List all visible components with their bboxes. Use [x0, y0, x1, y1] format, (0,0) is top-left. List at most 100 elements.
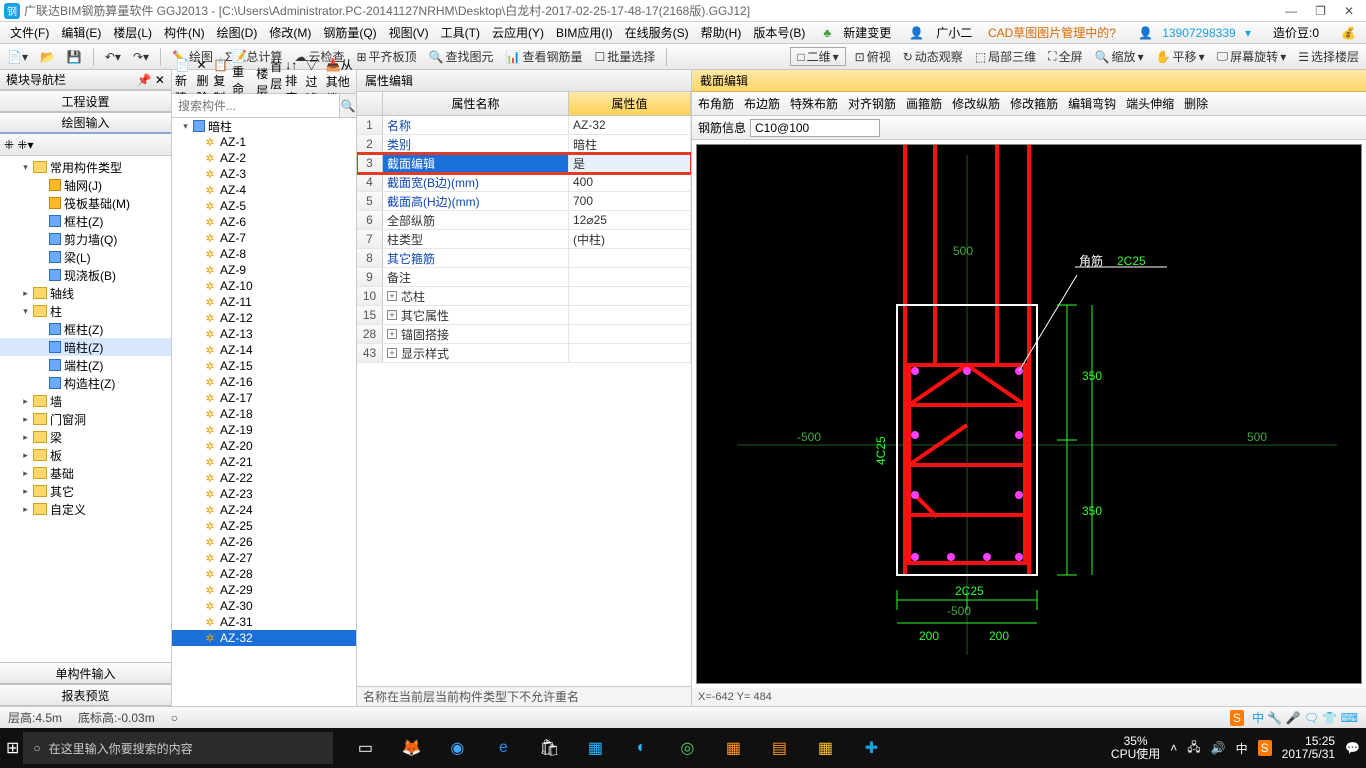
tree-item[interactable]: ▸自定义: [0, 500, 171, 518]
view-local3d[interactable]: ⬚ 局部三维: [972, 48, 1039, 65]
component-list[interactable]: ▾暗柱✲AZ-1✲AZ-2✲AZ-3✲AZ-4✲AZ-5✲AZ-6✲AZ-7✲A…: [172, 118, 356, 706]
component-item[interactable]: ✲AZ-10: [172, 278, 356, 294]
maximize-button[interactable]: ❐: [1315, 4, 1326, 18]
component-item[interactable]: ✲AZ-20: [172, 438, 356, 454]
view-orbit[interactable]: ↻ 动态观察: [900, 48, 966, 65]
component-item[interactable]: ✲AZ-7: [172, 230, 356, 246]
app-icon-1[interactable]: ▦: [575, 728, 615, 768]
component-item[interactable]: ✲AZ-29: [172, 582, 356, 598]
property-grid[interactable]: 属性名称 属性值 1名称AZ-322类别暗柱3截面编辑是4截面宽(B边)(mm)…: [357, 92, 691, 686]
property-row[interactable]: 28+锚固搭接: [357, 325, 691, 344]
app-icon-5[interactable]: ▤: [759, 728, 799, 768]
tray-up-icon[interactable]: ˄: [1170, 741, 1177, 755]
property-row[interactable]: 4截面宽(B边)(mm)400: [357, 173, 691, 192]
redo-icon[interactable]: ↷▾: [130, 50, 152, 64]
component-item[interactable]: ✲AZ-26: [172, 534, 356, 550]
view-full[interactable]: ⛶ 全屏: [1045, 48, 1085, 65]
property-row[interactable]: 3截面编辑是: [357, 154, 691, 173]
component-item[interactable]: ✲AZ-12: [172, 310, 356, 326]
component-item[interactable]: ✲AZ-30: [172, 598, 356, 614]
property-row[interactable]: 15+其它属性: [357, 306, 691, 325]
rebar-info-input[interactable]: [750, 119, 880, 137]
menu-view[interactable]: 视图(V): [383, 24, 435, 41]
tray-vol-icon[interactable]: 🔊: [1211, 741, 1226, 755]
tree-item[interactable]: 暗柱(Z): [0, 338, 171, 356]
tree-item[interactable]: 轴网(J): [0, 176, 171, 194]
task-view-icon[interactable]: ▭: [345, 728, 385, 768]
section-tool[interactable]: 修改纵筋: [952, 95, 1000, 112]
menu-cloud[interactable]: 云应用(Y): [486, 24, 550, 41]
menu-modify[interactable]: 修改(M): [263, 24, 317, 41]
component-item[interactable]: ✲AZ-21: [172, 454, 356, 470]
component-item[interactable]: ✲AZ-25: [172, 518, 356, 534]
firefox-icon[interactable]: 🦊: [391, 728, 431, 768]
tree-item[interactable]: ▸板: [0, 446, 171, 464]
menu-tools[interactable]: 工具(T): [435, 24, 486, 41]
menu-online[interactable]: 在线服务(S): [619, 24, 695, 41]
property-row[interactable]: 8其它箍筋: [357, 249, 691, 268]
component-item[interactable]: ✲AZ-17: [172, 390, 356, 406]
component-item[interactable]: ✲AZ-31: [172, 614, 356, 630]
section-tool[interactable]: 编辑弯钩: [1068, 95, 1116, 112]
component-item[interactable]: ✲AZ-11: [172, 294, 356, 310]
component-item[interactable]: ✲AZ-13: [172, 326, 356, 342]
start-button[interactable]: ⊞: [6, 738, 19, 758]
menu-user[interactable]: 广小二: [930, 24, 978, 41]
tree-item[interactable]: 框柱(Z): [0, 320, 171, 338]
component-item[interactable]: ✲AZ-24: [172, 502, 356, 518]
component-item[interactable]: ✲AZ-14: [172, 342, 356, 358]
undo-icon[interactable]: ↶▾: [102, 50, 124, 64]
section-tool[interactable]: 对齐钢筋: [848, 95, 896, 112]
search-button[interactable]: 🔍: [339, 94, 356, 117]
tree-item[interactable]: ▾柱: [0, 302, 171, 320]
menu-newchange[interactable]: 新建变更: [837, 24, 897, 41]
nav-draw-input[interactable]: 绘图输入: [0, 112, 171, 134]
component-item[interactable]: ✲AZ-15: [172, 358, 356, 374]
component-item[interactable]: ✲AZ-8: [172, 246, 356, 262]
section-tool[interactable]: 端头伸缩: [1126, 95, 1174, 112]
menu-version[interactable]: 版本号(B): [747, 24, 811, 41]
tb-level[interactable]: ⊞ 平齐板顶: [353, 48, 419, 65]
section-tool[interactable]: 布边筋: [744, 95, 780, 112]
tree-item[interactable]: ▸轴线: [0, 284, 171, 302]
component-item[interactable]: ✲AZ-4: [172, 182, 356, 198]
tree-item[interactable]: ▸基础: [0, 464, 171, 482]
tb-find[interactable]: 🔍 查找图元: [426, 48, 497, 65]
menu-help[interactable]: 帮助(H): [695, 24, 748, 41]
tree-item[interactable]: ▸墙: [0, 392, 171, 410]
app-icon-2[interactable]: ◐: [621, 728, 661, 768]
tree-item[interactable]: ▸其它: [0, 482, 171, 500]
view-zoom[interactable]: 🔍 缩放 ▾: [1092, 48, 1147, 65]
tree-item[interactable]: 框柱(Z): [0, 212, 171, 230]
tray-sogou-icon[interactable]: S: [1258, 740, 1272, 756]
component-item[interactable]: ✲AZ-23: [172, 486, 356, 502]
component-search-input[interactable]: [172, 94, 339, 117]
property-row[interactable]: 5截面高(H边)(mm)700: [357, 192, 691, 211]
component-root[interactable]: ▾暗柱: [172, 118, 356, 134]
menu-floor[interactable]: 楼层(L): [107, 24, 158, 41]
pin-icon[interactable]: 📌 ✕: [137, 73, 165, 87]
open-icon[interactable]: 📂: [37, 50, 58, 64]
close-button[interactable]: ✕: [1344, 4, 1354, 18]
property-row[interactable]: 9备注: [357, 268, 691, 287]
tree-item[interactable]: 筏板基础(M): [0, 194, 171, 212]
menu-bim[interactable]: BIM应用(I): [550, 24, 619, 41]
tree-item[interactable]: 现浇板(B): [0, 266, 171, 284]
tree-item[interactable]: 构造柱(Z): [0, 374, 171, 392]
edge-icon[interactable]: e: [483, 728, 523, 768]
component-item[interactable]: ✲AZ-19: [172, 422, 356, 438]
tb-batch[interactable]: ☐ 批量选择: [591, 48, 658, 65]
view-rotate[interactable]: 🖵 屏幕旋转 ▾: [1214, 48, 1290, 65]
component-item[interactable]: ✲AZ-6: [172, 214, 356, 230]
nav-tool-icon[interactable]: ⁜ ⁜▾: [4, 138, 33, 152]
component-item[interactable]: ✲AZ-22: [172, 470, 356, 486]
tb-view-rebar[interactable]: 📊 查看钢筋量: [503, 48, 586, 65]
property-row[interactable]: 6全部纵筋12⌀25: [357, 211, 691, 230]
menu-edit[interactable]: 编辑(E): [55, 24, 107, 41]
minimize-button[interactable]: —: [1285, 4, 1297, 18]
tree-item[interactable]: 剪力墙(Q): [0, 230, 171, 248]
cad-link[interactable]: CAD草图图片管理中的?: [982, 24, 1122, 41]
tray-notification-icon[interactable]: 💬: [1345, 741, 1360, 755]
property-row[interactable]: 7柱类型(中柱): [357, 230, 691, 249]
section-tool[interactable]: 删除: [1184, 95, 1208, 112]
